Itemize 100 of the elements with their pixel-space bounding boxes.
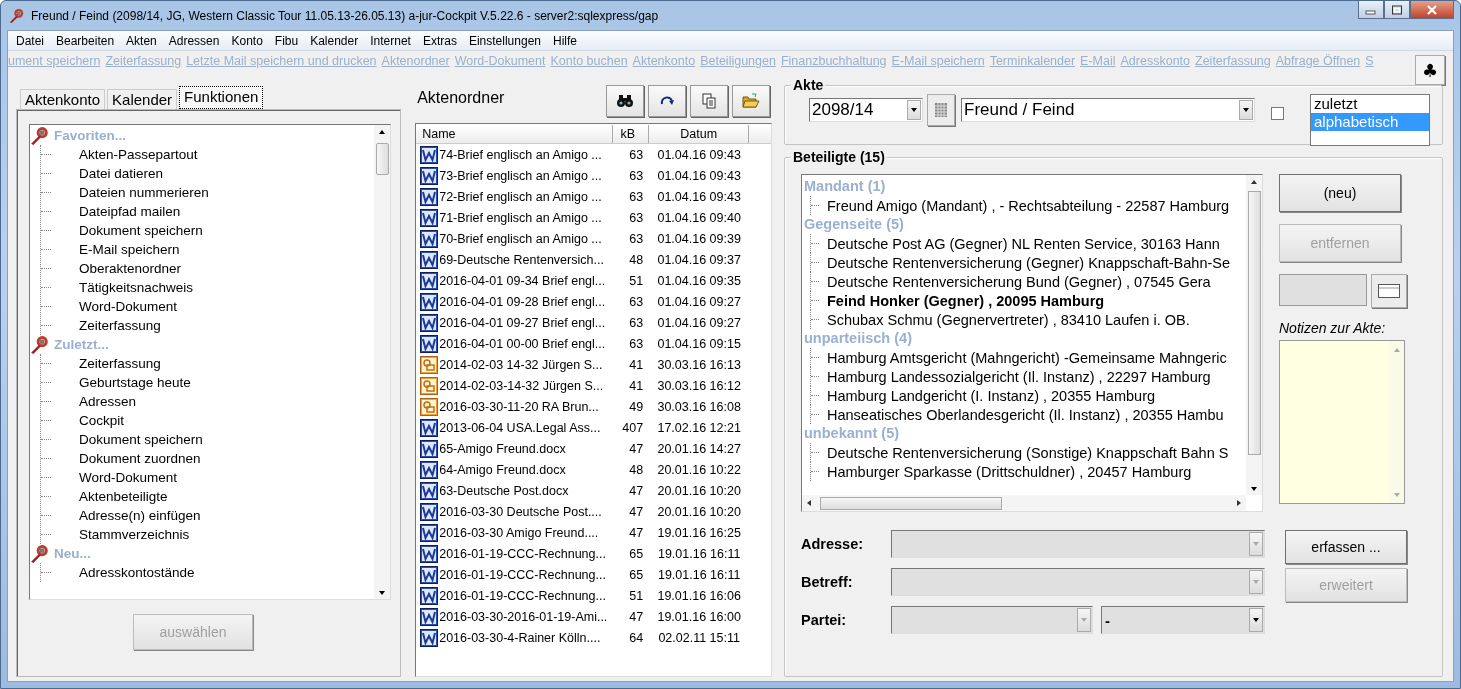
tree-item[interactable]: E-Mail speichern (79, 242, 180, 257)
file-name[interactable]: 2016-04-01 09-27 Brief engl... (439, 315, 606, 330)
menu-item[interactable]: Datei (10, 33, 50, 48)
toolbar-button[interactable] (606, 85, 644, 117)
tree-item[interactable]: Adresskontostände (79, 565, 195, 580)
tree-item[interactable]: Dateipfad mailen (79, 204, 181, 219)
action-button[interactable]: erfassen ... (1285, 530, 1407, 564)
menu-item[interactable]: Fibu (268, 33, 305, 48)
file-name[interactable]: 2016-01-19-CCC-Rechnung... (439, 567, 606, 582)
tab[interactable]: Kalender (107, 89, 178, 109)
tab[interactable]: Aktenkonto (20, 89, 106, 109)
tree-item[interactable]: Dokument zuordnen (79, 451, 201, 466)
tree-item[interactable]: Oberaktenordner (79, 261, 182, 276)
file-name[interactable]: 2016-03-30-4-Rainer Kölln.... (439, 630, 601, 645)
menu-item[interactable]: Kalender (304, 33, 365, 48)
tree-item[interactable]: Adressen (79, 394, 137, 409)
browse-button[interactable] (1371, 274, 1407, 308)
club-button[interactable]: ♣ (1415, 55, 1445, 85)
tree-item[interactable]: Akten-Passepartout (79, 147, 198, 162)
minimize-button[interactable] (1358, 1, 1384, 19)
notes-field[interactable] (1279, 340, 1405, 504)
tree-item[interactable]: Adresse(n) einfügen (79, 508, 201, 523)
tree-item[interactable]: Hanseatisches Oberlandesgericht (Il. Instanz) , 20355 Hambu (827, 406, 1224, 423)
file-name[interactable]: 63-Deutsche Post.docx (439, 483, 569, 498)
file-name[interactable]: 71-Brief englisch an Amigo ... (439, 210, 602, 225)
file-name[interactable]: 2016-03-30 Deutsche Post.... (439, 504, 602, 519)
tree-item[interactable]: Word-Dokument (79, 470, 178, 485)
tab[interactable]: Funktionen (179, 86, 264, 109)
menu-item[interactable]: Hilfe (547, 33, 583, 48)
tree-item[interactable]: Deutsche Rentenversicherung Bund (Gegner) , 07545 Gera (827, 273, 1211, 290)
file-name[interactable]: 2016-03-30-11-20 RA Brun... (439, 399, 599, 414)
menu-item[interactable]: Adressen (162, 33, 226, 48)
tree-item[interactable]: Hamburg Landgericht (I. Instanz) , 20355 Hamburg (827, 387, 1156, 404)
maximize-button[interactable] (1384, 1, 1410, 19)
file-name[interactable]: 2016-01-19-CCC-Rechnung... (439, 546, 606, 561)
file-name[interactable]: 65-Amigo Freund.docx (439, 441, 566, 456)
tree-item[interactable]: Word-Dokument (79, 299, 178, 314)
file-size: 49 (628, 399, 645, 414)
file-name[interactable]: 2014-02-03-14-32 Jürgen S... (439, 378, 604, 393)
menu-item[interactable]: Konto (225, 33, 269, 48)
tree-item[interactable]: Zeiterfassung (79, 356, 161, 371)
file-name[interactable]: 2016-04-01 09-34 Brief engl... (439, 273, 606, 288)
tree-item[interactable]: Deutsche Rentenversicherung (Sonstige) Knappschaft Bahn S (827, 444, 1229, 461)
scrollbar[interactable] (802, 495, 1246, 511)
file-size: 48 (628, 462, 645, 477)
file-date: 01.04.16 09:37 (656, 252, 742, 267)
case-number-combo[interactable]: 2098/14 (809, 98, 923, 122)
tree-item[interactable]: Stammverzeichnis (79, 527, 190, 542)
close-button[interactable] (1410, 1, 1454, 19)
menu-item[interactable]: Internet (364, 33, 417, 48)
menu-item[interactable]: Extras (416, 33, 463, 48)
tree-item[interactable]: Cockpit (79, 413, 124, 428)
tree-item[interactable]: Dokument speichern (79, 223, 203, 238)
scrollbar[interactable] (1246, 175, 1262, 495)
file-name[interactable]: 69-Deutsche Rentenversich... (439, 252, 604, 267)
tree-item[interactable]: Hamburg Amtsgericht (Mahngericht) -Gemeinsame Mahngeric (827, 349, 1227, 366)
menu-item[interactable]: Einstellungen (462, 33, 547, 48)
tree-item[interactable]: Schubax Schmu (Gegnervertreter) , 83410 Laufen i. OB. (827, 311, 1190, 328)
menu-item[interactable]: Bearbeiten (50, 33, 121, 48)
file-name[interactable]: 2016-03-30-2016-01-19-Ami... (439, 609, 608, 624)
scrollbar[interactable] (374, 125, 390, 599)
file-name[interactable]: 2016-01-19-CCC-Rechnung... (439, 588, 606, 603)
tree-item[interactable]: Geburtstage heute (79, 375, 191, 390)
list-option[interactable]: zuletzt (1311, 95, 1429, 113)
toolbar-button[interactable] (648, 85, 686, 117)
text-field[interactable] (1279, 274, 1367, 306)
dropdown-field[interactable]: - (1101, 606, 1265, 634)
tree-item[interactable]: Datei datieren (79, 166, 164, 181)
file-name[interactable]: 2016-03-30 Amigo Freund.... (439, 525, 599, 540)
tree-item[interactable]: Aktenbeteiligte (79, 489, 168, 504)
file-name[interactable]: 73-Brief englisch an Amigo ... (439, 168, 602, 183)
tree-item[interactable]: Deutsche Rentenversicherung (Gegner) Knappschaft-Bahn-Se (827, 254, 1230, 271)
file-name[interactable]: 2016-04-01 00-00 Brief engl... (439, 336, 606, 351)
file-name[interactable]: 2014-02-03 14-32 Jürgen S... (439, 357, 603, 372)
file-name[interactable]: 2013-06-04 USA.Legal Ass... (439, 420, 601, 435)
file-name[interactable]: 72-Brief englisch an Amigo ... (439, 189, 602, 204)
file-name[interactable]: 70-Brief englisch an Amigo ... (439, 231, 602, 246)
file-size: 63 (628, 315, 645, 330)
checkbox[interactable] (1271, 107, 1284, 120)
tree-item[interactable]: Feind Honker (Gegner) , 20095 Hamburg (827, 292, 1105, 309)
calculator-button[interactable] (927, 94, 955, 126)
file-name[interactable]: 2016-04-01 09-28 Brief engl... (439, 294, 606, 309)
tree-item[interactable]: Tätigkeitsnachweis (79, 280, 194, 295)
case-name-combo[interactable]: Freund / Feind (961, 98, 1255, 122)
tree-item[interactable]: Hamburg Landessozialgericht (Il. Instanz) , 22297 Hamburg (827, 368, 1211, 385)
scroll-thumb[interactable] (820, 496, 1002, 510)
menu-item[interactable]: Akten (120, 33, 163, 48)
tree-item[interactable]: Dateien nummerieren (79, 185, 209, 200)
scroll-thumb[interactable] (1247, 191, 1261, 455)
file-name[interactable]: 74-Brief englisch an Amigo ... (439, 147, 602, 162)
action-button[interactable]: (neu) (1279, 174, 1401, 212)
tree-item[interactable]: Freund Amigo (Mandant) , - Rechtsabteilung - 22587 Hamburg (827, 197, 1230, 214)
tree-item[interactable]: Dokument speichern (79, 432, 203, 447)
scroll-thumb[interactable] (375, 143, 389, 175)
file-name[interactable]: 64-Amigo Freund.docx (439, 462, 566, 477)
tree-item[interactable]: Deutsche Post AG (Gegner) NL Renten Service, 30163 Hann (827, 235, 1220, 252)
tree-item[interactable]: Zeiterfassung (79, 318, 161, 333)
scroll-down-icon (378, 589, 386, 595)
tree-item[interactable]: Hamburger Sparkasse (Drittschuldner) , 20457 Hamburg (827, 463, 1192, 480)
sort-list[interactable]: zuletzt alphabetisch (1310, 94, 1430, 146)
